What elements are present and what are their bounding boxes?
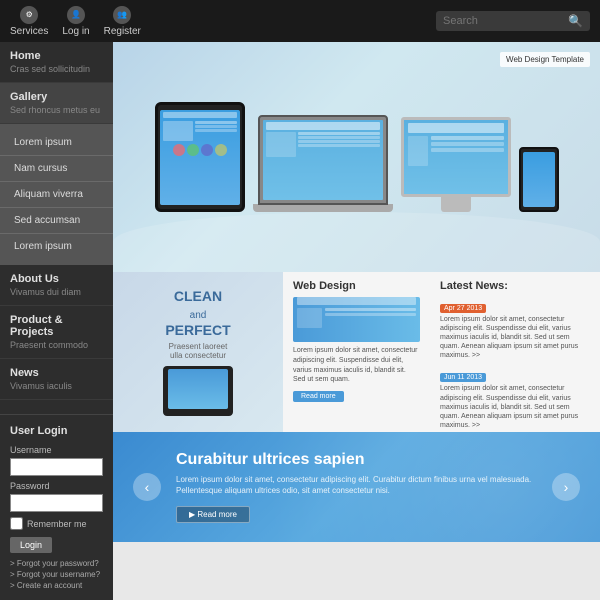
monitor-stand [441,197,471,212]
sidebar-item-about[interactable]: About Us Vivamus dui diam [0,265,113,306]
forgot-password-link[interactable]: Forgot your password? [10,559,103,568]
submenu-item-5[interactable]: Lorem ipsum [0,234,113,259]
cta-btn-label: Read more [197,510,237,519]
login-label: Log in [62,26,89,37]
sidebar-gallery-title: Gallery [10,91,103,103]
sidebar-item-home[interactable]: Home Cras sed sollicitudin [0,42,113,83]
web-design-preview [293,297,420,342]
phone-device [519,147,559,212]
monitor-wrapper [401,117,511,212]
tablet-screen [160,110,240,205]
submenu-item-3[interactable]: Aliquam viverra [0,182,113,208]
login-panel-title: User Login [10,425,103,437]
login-icon: 👤 [67,6,85,24]
sidebar-products-sub: Praesent commodo [10,340,103,350]
sidebar-item-news[interactable]: News Vivamus iaculis [0,359,113,400]
remember-label: Remember me [27,519,87,529]
tablet-device [155,102,245,212]
news-item-1: Apr 27 2013 Lorem ipsum dolor sit amet, … [440,297,590,360]
cta-banner: ‹ Curabitur ultrices sapien Lorem ipsum … [113,432,600,542]
phone-screen [523,152,555,207]
sidebar-home-sub: Cras sed sollicitudin [10,64,103,74]
password-input[interactable] [10,494,103,512]
sidebar-nav: Home Cras sed sollicitudin Gallery Sed r… [0,42,113,414]
hand-tablet-mockup [163,366,233,416]
register-icon: 👥 [113,6,131,24]
clean-and: and [190,310,207,321]
cta-read-more-button[interactable]: ▶ Read more [176,506,250,523]
web-design-title: Web Design [293,280,420,292]
laptop-device [258,115,388,205]
clean-line2: PERFECT [165,322,230,338]
search-box: 🔍 [436,11,590,31]
web-design-text: Lorem ipsum dolor sit amet, consectetur … [293,346,420,385]
sidebar-item-gallery[interactable]: Gallery Sed rhoncus metus eu [0,83,113,124]
cta-next-arrow[interactable]: › [552,473,580,501]
services-icon: ⚙ [20,6,38,24]
web-design-section: Web Design Lorem ipsum dolor sit amet, c… [283,272,430,432]
hero-area: Web Design Template [113,42,600,272]
clean-sub: Praesent laoreetulla consectetur [169,342,228,360]
user-login-panel: User Login Username Password Remember me… [0,414,113,600]
search-input[interactable] [443,15,563,27]
forgot-username-link[interactable]: Forgot your username? [10,570,103,579]
sidebar-gallery-sub: Sed rhoncus metus eu [10,105,103,115]
sidebar-news-title: News [10,367,103,379]
clean-line1: CLEAN [174,288,222,304]
screen-bar-1 [163,112,237,118]
news-badge-1: Apr 27 2013 [440,304,486,313]
login-button[interactable]: Login [10,537,52,553]
latest-news-title: Latest News: [440,280,590,292]
cta-title: Curabitur ultrices sapien [176,451,537,469]
cta-content: Curabitur ultrices sapien Lorem ipsum do… [161,451,552,523]
remember-checkbox[interactable] [10,517,23,530]
search-icon: 🔍 [568,14,583,28]
news-text-2: Lorem ipsum dolor sit amet, consectetur … [440,384,590,429]
submenu-item-4[interactable]: Sed accumsan [0,208,113,234]
login-nav-item[interactable]: 👤 Log in [62,6,89,37]
topbar-nav: ⚙ Services 👤 Log in 👥 Register [10,6,418,37]
web-design-template-label: Web Design Template [500,52,590,67]
submenu-item-1[interactable]: Lorem ipsum [0,130,113,156]
devices-container [155,102,559,212]
laptop-screen [263,120,383,200]
submenu-item-2[interactable]: Nam cursus [0,156,113,182]
web-design-template-text: Web Design Template [506,55,584,64]
remember-row: Remember me [10,517,103,530]
login-links: Forgot your password? Forgot your userna… [10,559,103,590]
hero-bg-wave [113,212,600,272]
cta-prev-arrow[interactable]: ‹ [133,473,161,501]
sidebar-home-title: Home [10,50,103,62]
topbar: ⚙ Services 👤 Log in 👥 Register 🔍 [0,0,600,42]
sidebar-about-sub: Vivamus dui diam [10,287,103,297]
services-label: Services [10,26,48,37]
register-nav-item[interactable]: 👥 Register [104,6,141,37]
laptop-base [253,204,393,212]
username-label: Username [10,445,103,455]
news-badge-2: Jun 11 2013 [440,373,486,382]
create-account-link[interactable]: Create an account [10,581,103,590]
content-area: Web Design Template [113,42,600,600]
cta-text: Lorem ipsum dolor sit amet, consectetur … [176,474,537,496]
clean-text: CLEAN and PERFECT [165,288,230,339]
sidebar: Home Cras sed sollicitudin Gallery Sed r… [0,42,113,600]
news-item-2: Jun 11 2013 Lorem ipsum dolor sit amet, … [440,366,590,429]
gallery-submenu: Lorem ipsum Nam cursus Aliquam viverra S… [0,124,113,265]
username-input[interactable] [10,458,103,476]
latest-news-section: Latest News: Apr 27 2013 Lorem ipsum dol… [430,272,600,432]
services-nav-item[interactable]: ⚙ Services [10,6,48,37]
register-label: Register [104,26,141,37]
tablet-hand-area: CLEAN and PERFECT Praesent laoreetulla c… [113,272,283,432]
password-label: Password [10,481,103,491]
laptop-wrapper [253,115,393,212]
sidebar-item-products[interactable]: Product & Projects Praesent commodo [0,306,113,359]
mid-section: CLEAN and PERFECT Praesent laoreetulla c… [113,272,600,432]
monitor-device [401,117,511,197]
sidebar-products-title: Product & Projects [10,314,103,338]
sidebar-news-sub: Vivamus iaculis [10,381,103,391]
main-layout: Home Cras sed sollicitudin Gallery Sed r… [0,42,600,600]
read-more-button[interactable]: Read more [293,391,344,402]
news-text-1: Lorem ipsum dolor sit amet, consectetur … [440,315,590,360]
sidebar-about-title: About Us [10,273,103,285]
